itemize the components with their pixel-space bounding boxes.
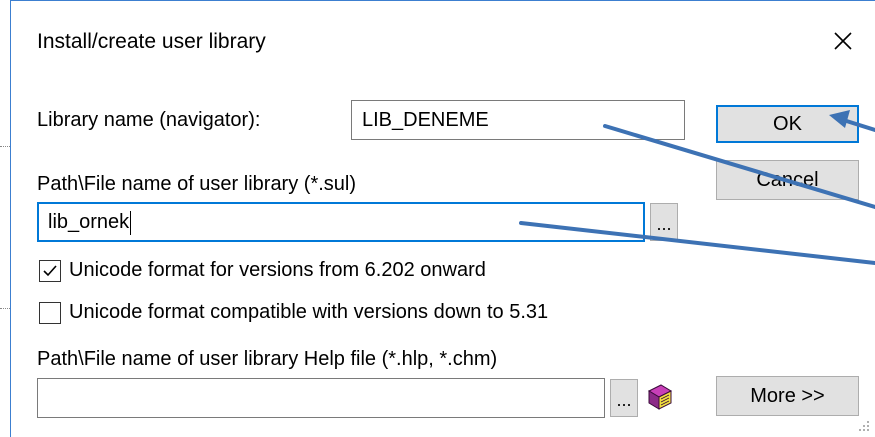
close-icon[interactable] (825, 23, 861, 59)
path-input[interactable]: lib_ornek (37, 202, 645, 242)
help-browse-button[interactable]: ... (610, 379, 638, 417)
cancel-button[interactable]: Cancel (716, 160, 859, 200)
path-label: Path\File name of user library (*.sul) (37, 173, 357, 195)
unicode-531-checkbox[interactable] (39, 302, 61, 324)
unicode-6202-label: Unicode format for versions from 6.202 o… (69, 259, 486, 281)
checkmark-icon (43, 265, 57, 277)
ok-button[interactable]: OK (716, 105, 859, 143)
dialog-title: Install/create user library (37, 30, 266, 53)
dialog-titlebar: Install/create user library (11, 1, 875, 85)
library-name-label: Library name (navigator): (37, 109, 261, 131)
resize-grip-icon[interactable] (857, 419, 871, 433)
background-connector-line (0, 146, 10, 147)
help-file-label: Path\File name of user library Help file… (37, 348, 498, 370)
unicode-531-label: Unicode format compatible with versions … (69, 301, 549, 323)
library-name-input[interactable]: LIB_DENEME (351, 100, 685, 140)
path-value: lib_ornek (48, 211, 130, 233)
text-caret (130, 210, 132, 235)
help-book-icon[interactable] (645, 382, 675, 412)
help-file-input[interactable] (37, 378, 605, 418)
library-name-value: LIB_DENEME (362, 109, 489, 131)
background-connector-line (0, 308, 10, 309)
more-button[interactable]: More >> (716, 376, 859, 416)
unicode-6202-checkbox[interactable] (39, 260, 61, 282)
install-library-dialog: Install/create user library Library name… (10, 0, 875, 437)
path-browse-button[interactable]: ... (650, 203, 678, 241)
